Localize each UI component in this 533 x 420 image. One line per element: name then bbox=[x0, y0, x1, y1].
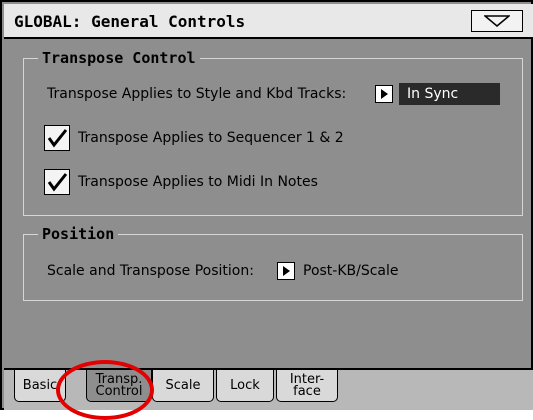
page-title: GLOBAL: General Controls bbox=[14, 12, 246, 31]
midi-in-transpose-checkbox[interactable] bbox=[44, 169, 70, 195]
transpose-control-title: Transpose Control bbox=[38, 48, 200, 68]
title-bar: GLOBAL: General Controls bbox=[4, 4, 533, 39]
transpose-control-group: Transpose Control Transpose Applies to S… bbox=[23, 48, 523, 216]
highlight-circle-annotation bbox=[56, 360, 154, 420]
tab-scale-label: Scale bbox=[165, 377, 201, 393]
tab-interface[interactable]: Inter- face bbox=[276, 370, 338, 402]
style-kbd-tracks-value[interactable]: In Sync bbox=[399, 83, 500, 105]
tab-scale[interactable]: Scale bbox=[152, 370, 214, 402]
style-kbd-tracks-label: Transpose Applies to Style and Kbd Track… bbox=[47, 86, 347, 102]
checkmark-icon bbox=[47, 173, 68, 192]
tab-lock-label: Lock bbox=[230, 377, 260, 393]
play-right-icon bbox=[283, 266, 290, 276]
style-kbd-tracks-popup-button[interactable] bbox=[375, 85, 393, 103]
tab-lock[interactable]: Lock bbox=[216, 370, 274, 402]
midi-in-transpose-label: Transpose Applies to Midi In Notes bbox=[78, 174, 318, 190]
global-general-controls-screen: GLOBAL: General Controls Transpose Contr… bbox=[0, 0, 533, 410]
play-right-icon bbox=[381, 89, 388, 99]
tab-interface-line2: face bbox=[293, 383, 321, 399]
scale-transpose-position-label: Scale and Transpose Position: bbox=[47, 263, 254, 279]
page-menu-button[interactable] bbox=[471, 10, 523, 32]
triangle-down-icon bbox=[484, 15, 510, 27]
checkmark-icon bbox=[47, 129, 68, 148]
sequencer-transpose-checkbox[interactable] bbox=[44, 125, 70, 151]
position-group: Position Scale and Transpose Position: P… bbox=[23, 224, 523, 301]
tab-basic-label: Basic bbox=[22, 377, 58, 393]
position-title: Position bbox=[38, 224, 119, 244]
sequencer-transpose-label: Transpose Applies to Sequencer 1 & 2 bbox=[78, 130, 344, 146]
scale-transpose-position-value[interactable]: Post-KB/Scale bbox=[303, 261, 399, 281]
scale-transpose-position-popup-button[interactable] bbox=[277, 262, 295, 280]
